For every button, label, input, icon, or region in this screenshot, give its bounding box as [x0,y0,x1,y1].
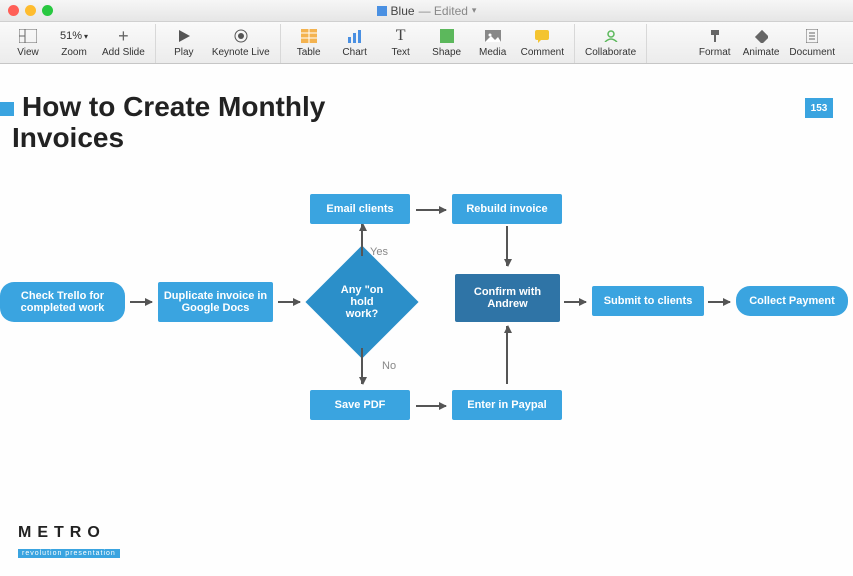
table-button[interactable]: Table [287,24,331,63]
title-dropdown-icon[interactable]: ▾ [472,5,477,16]
shape-button[interactable]: Shape [425,24,469,63]
fullscreen-icon[interactable] [42,5,53,16]
document-icon [377,6,387,16]
arrow [416,209,446,211]
arrow [361,348,363,384]
arrow [416,405,446,407]
zoom-button[interactable]: 51% ▾ Zoom [52,24,96,63]
play-button[interactable]: Play [162,24,206,63]
window-controls [8,5,53,16]
arrow [708,301,730,303]
node-submit-clients[interactable]: Submit to clients [592,286,704,316]
chart-button[interactable]: Chart [333,24,377,63]
arrow [506,226,508,266]
comment-button[interactable]: Comment [517,24,568,63]
arrow [564,301,586,303]
window-titlebar: Blue — Edited ▾ [0,0,853,22]
arrow [361,224,363,256]
node-collect-payment[interactable]: Collect Payment [736,286,848,316]
node-confirm-andrew[interactable]: Confirm with Andrew [455,274,560,322]
close-icon[interactable] [8,5,19,16]
logo: METRO revolution presentation [18,524,120,560]
slide-title: How to Create Monthly Invoices [12,92,325,154]
document-button[interactable]: Document [785,24,839,63]
text-button[interactable]: T Text [379,24,423,63]
node-on-hold-decision[interactable]: Any "on hold work? [305,245,418,358]
arrow [506,326,508,384]
add-slide-button[interactable]: + Add Slide [98,24,149,63]
label-yes: Yes [370,246,388,258]
node-email-clients[interactable]: Email clients [310,194,410,224]
logo-tagline: revolution presentation [18,549,120,558]
page-number: 153 [805,98,833,118]
arrow [278,301,300,303]
minimize-icon[interactable] [25,5,36,16]
node-save-pdf[interactable]: Save PDF [310,390,410,420]
node-duplicate-invoice[interactable]: Duplicate invoice in Google Docs [158,282,273,322]
node-enter-paypal[interactable]: Enter in Paypal [452,390,562,420]
toolbar: View 51% ▾ Zoom + Add Slide Play Keynote… [0,22,853,64]
keynote-live-button[interactable]: Keynote Live [208,24,274,63]
slide-canvas[interactable]: How to Create Monthly Invoices 153 Check… [0,64,853,576]
label-no: No [382,360,396,372]
view-button[interactable]: View [6,24,50,63]
media-button[interactable]: Media [471,24,515,63]
logo-brand: METRO [18,524,120,542]
slide: How to Create Monthly Invoices 153 Check… [0,64,853,576]
animate-button[interactable]: Animate [739,24,784,63]
format-button[interactable]: Format [693,24,737,63]
node-rebuild-invoice[interactable]: Rebuild invoice [452,194,562,224]
node-check-trello[interactable]: Check Trello for completed work [0,282,125,322]
arrow [130,301,152,303]
collaborate-button[interactable]: Collaborate [581,24,640,63]
window-status: — Edited [419,4,468,18]
window-title: Blue [391,4,415,18]
